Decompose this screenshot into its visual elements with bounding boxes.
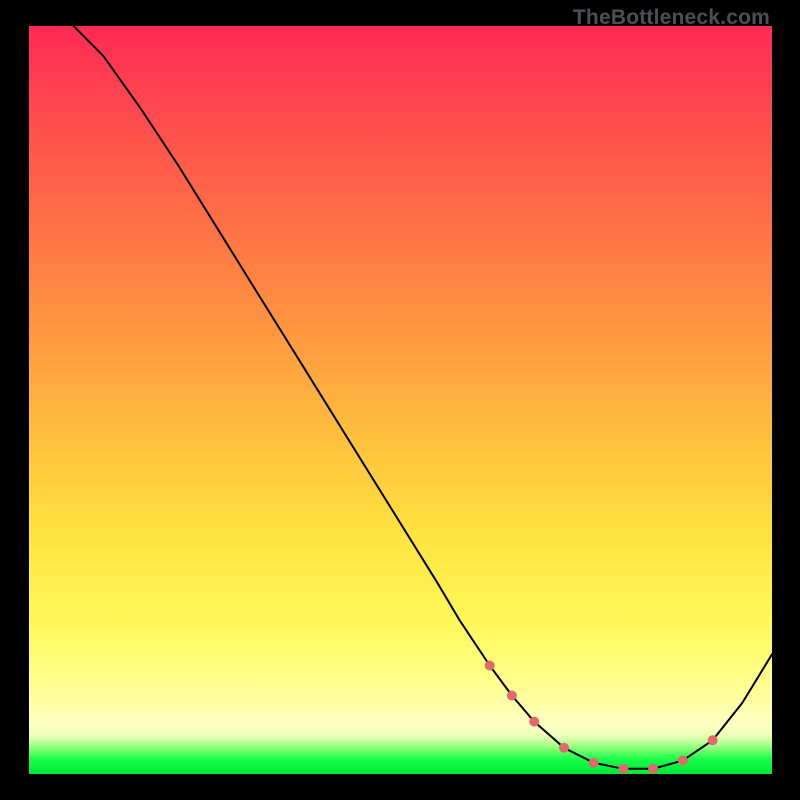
curve-dot: [485, 661, 495, 671]
chart-svg: [29, 26, 772, 774]
curve-dot: [648, 764, 658, 774]
curve-dot: [708, 735, 718, 745]
curve-dot: [507, 691, 517, 701]
chart-frame: TheBottleneck.com: [0, 0, 800, 800]
curve-dot: [618, 764, 628, 774]
watermark-text: TheBottleneck.com: [573, 6, 770, 30]
curve-dot: [678, 756, 688, 766]
curve-dot: [559, 743, 569, 753]
curve-dot: [529, 717, 539, 727]
curve-path: [74, 26, 772, 769]
curve-dot: [589, 758, 599, 768]
